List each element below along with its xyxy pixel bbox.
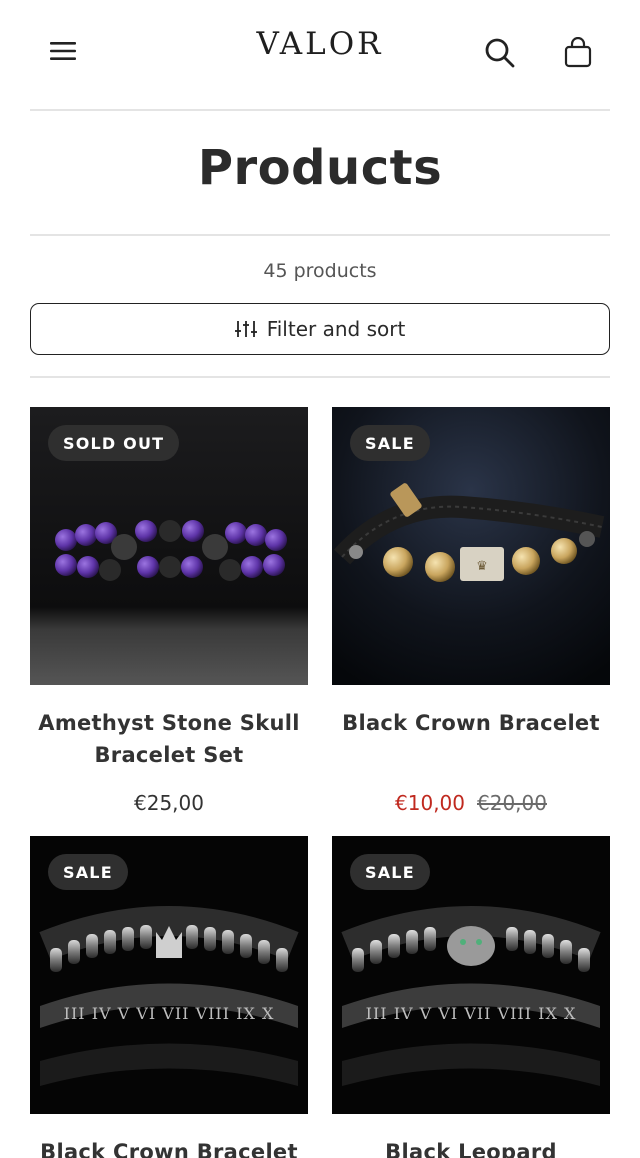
filter-divider [30,376,610,378]
sale-price: €10,00 [395,791,465,815]
product-price-row: €25,00 [30,791,308,815]
svg-text:III IV V VI VII VIII IX X: III IV V VI VII VIII IX X [64,1004,275,1023]
product-price-row: €10,00 €20,00 [332,791,610,815]
svg-text:III IV V VI VII VIII IX X: III IV V VI VII VIII IX X [366,1004,577,1023]
sold-out-badge: SOLD OUT [48,425,180,461]
site-logo[interactable]: VALOR [0,26,640,62]
product-title[interactable]: Black Crown Bracelet [332,707,610,739]
product-price: €25,00 [134,791,204,815]
sale-badge: SALE [350,425,430,461]
product-title[interactable]: Black Crown Bracelet [30,1136,308,1158]
sale-badge: SALE [48,854,128,890]
site-header: VALOR [0,0,640,100]
product-count: 45 products [263,260,377,282]
product-title[interactable]: Black Leopard Bracelet [332,1136,610,1158]
title-divider [30,234,610,236]
header-divider [30,109,610,111]
product-image[interactable]: SOLD OUT [30,407,308,685]
shopping-bag-icon [564,37,592,68]
filter-and-sort-button[interactable]: Filter and sort [30,303,610,355]
compare-at-price: €20,00 [477,791,547,815]
filter-sliders-icon [234,321,257,337]
filter-label: Filter and sort [266,317,406,341]
product-image[interactable]: ♛ SALE [332,407,610,685]
svg-text:♛: ♛ [476,559,488,574]
page-title: Products [197,140,443,196]
product-image[interactable]: III IV V VI VII VIII IX X SALE [332,836,610,1114]
cart-button[interactable] [559,34,597,72]
sale-badge: SALE [350,854,430,890]
product-title[interactable]: Amethyst Stone Skull Bracelet Set [30,707,308,771]
search-icon [485,38,515,68]
search-button[interactable] [481,34,519,72]
product-image[interactable]: III IV V VI VII VIII IX X SALE [30,836,308,1114]
